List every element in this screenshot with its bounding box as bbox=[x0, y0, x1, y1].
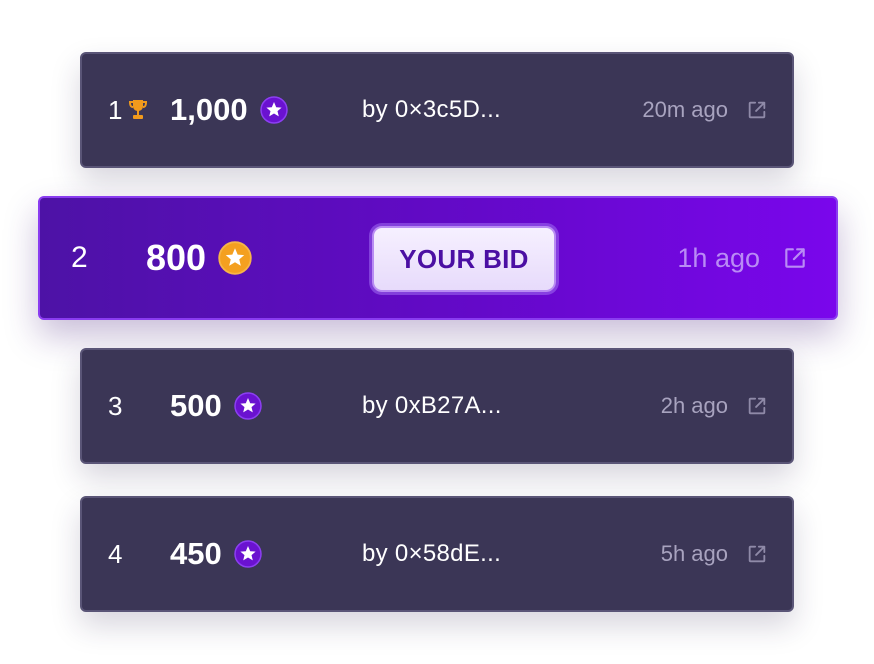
bid-time: 1h ago bbox=[677, 242, 760, 273]
star-coin-icon bbox=[218, 241, 252, 275]
bid-row-3: 3 500 by 0xB27A... 2h ago bbox=[80, 348, 794, 464]
bid-amount: 1,000 bbox=[170, 92, 288, 128]
bid-amount-value: 450 bbox=[170, 536, 222, 571]
your-bid-badge: YOUR BID bbox=[372, 226, 556, 292]
bidder-address: by 0xB27A... bbox=[362, 392, 502, 419]
bid-row-4: 4 450 by 0×58dE... 5h ago bbox=[80, 496, 794, 612]
bid-amount-value: 800 bbox=[146, 237, 207, 278]
external-link-icon[interactable] bbox=[746, 543, 768, 565]
external-link-icon[interactable] bbox=[746, 395, 768, 417]
bidder-address: by 0×58dE... bbox=[362, 540, 502, 567]
bid-time: 20m ago bbox=[642, 97, 728, 122]
bid-time: 5h ago bbox=[660, 541, 728, 566]
bid-amount: 500 bbox=[170, 388, 262, 424]
bid-rank: 2 bbox=[71, 241, 88, 274]
trophy-icon bbox=[128, 100, 148, 119]
bid-amount-value: 500 bbox=[170, 388, 222, 423]
bid-row-2-your-bid: 2 800 YOUR BID 1h ago bbox=[38, 196, 838, 320]
bid-row-1: 1 1,000 by 0×3c5D... 20m ago bbox=[80, 52, 794, 168]
bid-rank: 4 bbox=[108, 539, 123, 569]
bid-amount: 800 bbox=[146, 237, 252, 279]
external-link-icon[interactable] bbox=[782, 245, 808, 271]
star-coin-icon bbox=[233, 392, 262, 420]
bid-time: 2h ago bbox=[660, 393, 728, 418]
bid-amount-value: 1,000 bbox=[170, 92, 248, 127]
bid-rank: 1 bbox=[108, 95, 123, 125]
bidder-address: by 0×3c5D... bbox=[362, 96, 502, 123]
external-link-icon[interactable] bbox=[746, 99, 768, 121]
bid-rank: 3 bbox=[108, 391, 123, 421]
bid-amount: 450 bbox=[170, 536, 262, 572]
star-coin-icon bbox=[233, 540, 262, 568]
star-coin-icon bbox=[259, 96, 288, 124]
